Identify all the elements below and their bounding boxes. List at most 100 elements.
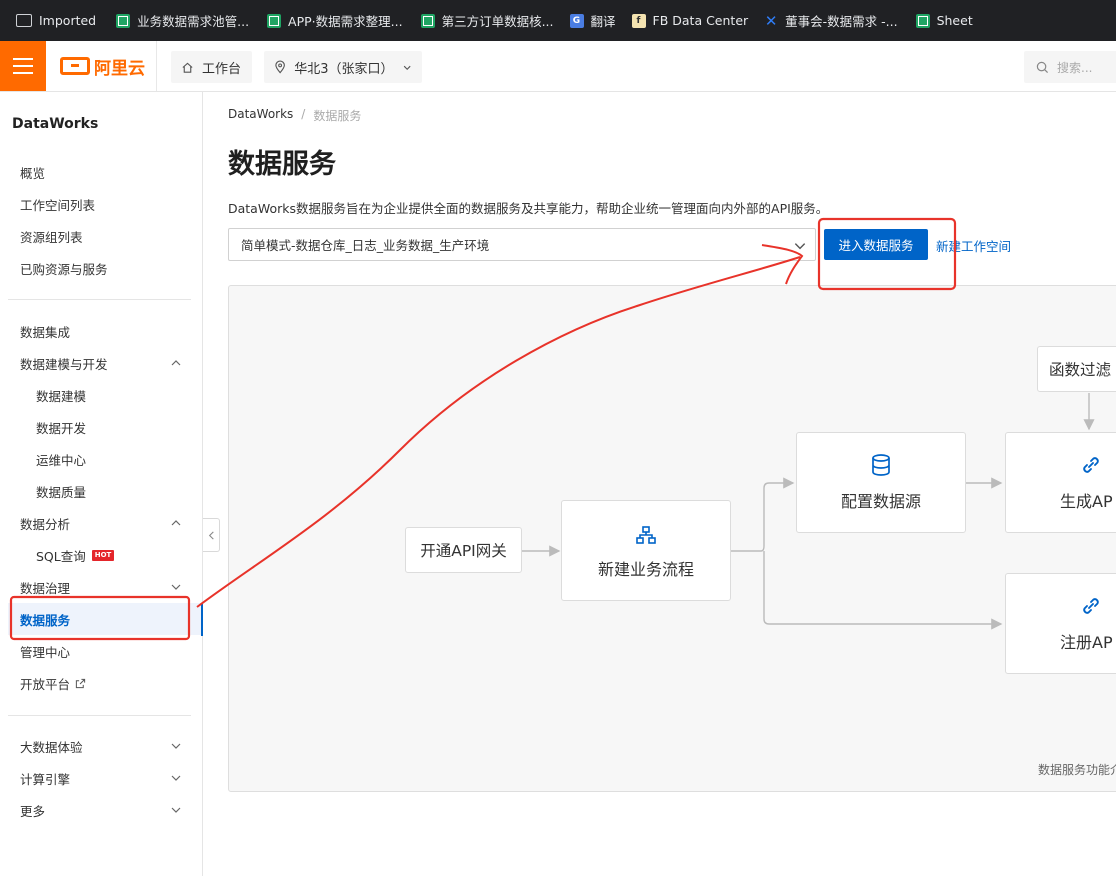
sidebar-item-integration[interactable]: 数据集成 xyxy=(20,315,190,347)
region-label: 华北3（张家口） xyxy=(294,61,394,77)
chevron-up-icon xyxy=(171,520,181,526)
flow-step-label: 注册AP xyxy=(1060,632,1113,652)
aliyun-logo[interactable]: 阿里云 xyxy=(60,54,145,79)
sidebar-item-label: 数据服务 xyxy=(20,612,71,628)
sidebar-item-label: 数据建模与开发 xyxy=(20,356,108,372)
flow-step-register-api: 注册AP xyxy=(1005,573,1116,674)
sidebar-title: DataWorks xyxy=(12,116,99,132)
flow-step-config-source: 配置数据源 xyxy=(796,432,966,533)
sidebar-item-bigdata[interactable]: 大数据体验 xyxy=(20,730,190,762)
bookmark-item[interactable]: ✕ 董事会-数据需求 -... xyxy=(758,7,905,35)
feature-intro-panel: 开通API网关 新建业务流程 配置数据源 生成AP 注册AP 函数过滤 数据服务… xyxy=(228,285,1116,792)
sidebar-item-analysis[interactable]: 数据分析 xyxy=(20,507,190,539)
sidebar-item-label: 运维中心 xyxy=(36,452,87,468)
sidebar-divider xyxy=(8,299,191,300)
sidebar-item-ops[interactable]: 运维中心 xyxy=(36,443,186,475)
sheet-icon xyxy=(267,13,282,28)
external-link-icon xyxy=(75,678,86,688)
sidebar-item-modeling[interactable]: 数据建模 xyxy=(36,379,186,411)
sidebar-item-label: 数据质量 xyxy=(36,484,87,500)
folder-icon xyxy=(16,14,32,27)
sidebar-item-overview[interactable]: 概览 xyxy=(20,156,190,188)
sidebar-item-compute-engine[interactable]: 计算引擎 xyxy=(20,762,190,794)
flow-step-label: 开通API网关 xyxy=(420,542,507,560)
flow-step-label: 新建业务流程 xyxy=(597,559,694,579)
search-placeholder: 搜索... xyxy=(1057,60,1093,75)
bookmark-imported[interactable]: Imported xyxy=(10,7,104,35)
search-icon xyxy=(1036,61,1049,73)
page-title: 数据服务 xyxy=(228,149,336,180)
chevron-down-icon xyxy=(403,65,411,70)
sidebar-item-more[interactable]: 更多 xyxy=(20,794,190,826)
sidebar-item-label: 数据建模 xyxy=(36,388,87,404)
flow-step-function-filter: 函数过滤 xyxy=(1037,346,1116,392)
bookmark-label: Imported xyxy=(39,13,97,28)
sidebar-item-purchased[interactable]: 已购资源与服务 xyxy=(20,252,190,284)
sheet-icon xyxy=(116,13,131,28)
bookmark-item[interactable]: 第三方订单数据核... xyxy=(415,7,562,35)
link-icon xyxy=(1083,597,1099,614)
breadcrumb: DataWorks / 数据服务 xyxy=(228,107,361,124)
breadcrumb-current: 数据服务 xyxy=(313,109,362,123)
search-input[interactable]: 搜索... xyxy=(1024,51,1116,83)
sidebar-item-label: 概览 xyxy=(20,165,46,181)
sidebar-item-resource-groups[interactable]: 资源组列表 xyxy=(20,220,190,252)
chevron-down-icon xyxy=(171,584,181,590)
sidebar-item-development[interactable]: 数据开发 xyxy=(36,411,186,443)
sidebar-item-workspaces[interactable]: 工作空间列表 xyxy=(20,188,190,220)
bookmark-label: 业务数据需求池管... xyxy=(137,14,250,29)
bookmark-item[interactable]: Sheet xyxy=(910,7,981,35)
logo-text: 阿里云 xyxy=(94,58,145,79)
sidebar-item-label: 数据治理 xyxy=(20,580,71,596)
page-description: DataWorks数据服务旨在为企业提供全面的数据服务及共享能力，帮助企业统一管… xyxy=(228,201,829,216)
menu-button[interactable] xyxy=(0,41,46,91)
hot-badge: HOT xyxy=(91,549,115,561)
bookmark-item[interactable]: G 翻译 xyxy=(564,7,624,35)
flow-step-label: 配置数据源 xyxy=(840,491,921,511)
new-workspace-link[interactable]: 新建工作空间 xyxy=(936,236,1011,255)
sidebar-collapse-button[interactable] xyxy=(203,518,220,552)
workspace-select[interactable]: 简单模式-数据仓库_日志_业务数据_生产环境 xyxy=(228,228,816,261)
workspace-select-value: 简单模式-数据仓库_日志_业务数据_生产环境 xyxy=(241,238,490,253)
bookmark-item[interactable]: APP·数据需求整理... xyxy=(261,7,411,35)
sidebar-item-label: 大数据体验 xyxy=(20,739,83,755)
sidebar-divider xyxy=(8,715,191,716)
bookmark-item[interactable]: f FB Data Center xyxy=(626,7,757,35)
sidebar-item-admin[interactable]: 管理中心 xyxy=(20,635,190,667)
bookmark-label: APP·数据需求整理... xyxy=(288,14,403,29)
sheet-icon xyxy=(915,13,930,28)
database-icon xyxy=(872,453,890,476)
sidebar-item-label: 管理中心 xyxy=(20,644,71,660)
sidebar-item-label: 工作空间列表 xyxy=(20,197,96,213)
sidebar-item-label: 已购资源与服务 xyxy=(20,261,108,277)
enter-data-service-button[interactable]: 进入数据服务 xyxy=(824,229,928,260)
workbench-button[interactable]: 工作台 xyxy=(171,51,252,83)
confluence-icon: ✕ xyxy=(764,11,778,30)
sidebar-item-open-platform[interactable]: 开放平台 xyxy=(20,667,190,699)
connector-arrow xyxy=(763,551,1003,630)
sidebar-item-sql[interactable]: SQL查询 HOT xyxy=(36,539,186,571)
bookmark-label: FB Data Center xyxy=(652,13,749,28)
region-selector[interactable]: 华北3（张家口） xyxy=(264,51,422,83)
sidebar-item-label: 数据开发 xyxy=(36,420,87,436)
breadcrumb-root[interactable]: DataWorks xyxy=(228,107,293,124)
sidebar-item-label: 开放平台 xyxy=(20,676,71,692)
top-navigation: 阿里云 工作台 华北3（张家口） 搜索... xyxy=(0,41,1116,92)
breadcrumb-separator: / xyxy=(301,107,306,121)
flow-step-label: 函数过滤 xyxy=(1049,361,1112,379)
sidebar-item-label: 数据集成 xyxy=(20,324,71,340)
sidebar-item-governance[interactable]: 数据治理 xyxy=(20,571,190,603)
bookmark-item[interactable]: 业务数据需求池管... xyxy=(110,7,257,35)
sidebar-item-modeling-dev[interactable]: 数据建模与开发 xyxy=(20,347,190,379)
home-icon xyxy=(182,62,193,73)
sidebar-item-data-service[interactable]: 数据服务 xyxy=(8,603,202,635)
sidebar-item-label: 计算引擎 xyxy=(20,771,71,787)
sidebar-item-quality[interactable]: 数据质量 xyxy=(36,475,186,507)
flow-step-new-process: 新建业务流程 xyxy=(561,500,731,601)
sheet-icon xyxy=(420,13,435,28)
org-chart-icon xyxy=(636,525,656,544)
bookmarks-bar: Imported 业务数据需求池管... APP·数据需求整理... 第三方订单… xyxy=(0,0,1116,41)
chevron-up-icon xyxy=(171,360,181,366)
bookmark-label: 翻译 xyxy=(590,14,616,29)
sidebar-item-label: SQL查询 xyxy=(36,548,86,564)
